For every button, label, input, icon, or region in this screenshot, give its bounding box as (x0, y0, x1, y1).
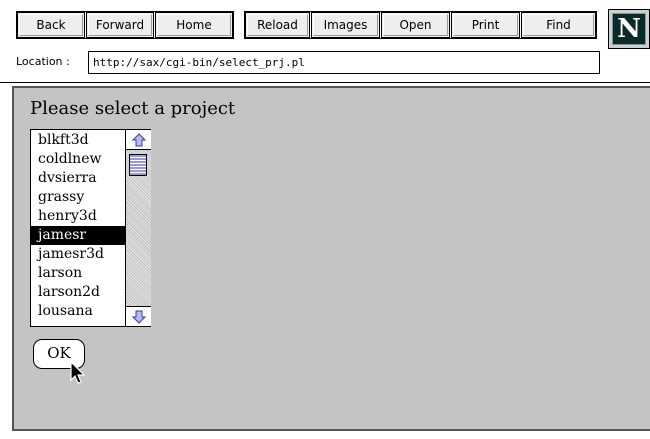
mouse-pointer-icon (69, 360, 89, 387)
list-item[interactable]: jamesr3d (31, 245, 125, 264)
list-item[interactable]: larson2d (31, 283, 125, 302)
list-item[interactable]: lousana (31, 302, 125, 321)
list-item[interactable]: blkft3d (31, 131, 125, 150)
print-button[interactable]: Print (451, 12, 520, 38)
back-button[interactable]: Back (17, 12, 85, 38)
scroll-up-arrow-icon[interactable] (126, 130, 151, 150)
images-button[interactable]: Images (311, 12, 380, 38)
location-label: Location : (16, 55, 70, 68)
find-button[interactable]: Find (521, 12, 596, 38)
open-button[interactable]: Open (381, 12, 450, 38)
page-prompt: Please select a project (30, 98, 236, 119)
list-item[interactable]: grassy (31, 188, 125, 207)
list-item[interactable]: henry3d (31, 207, 125, 226)
scroll-down-arrow-icon[interactable] (126, 306, 151, 326)
list-item-selected[interactable]: jamesr (31, 226, 125, 245)
list-item[interactable]: coldlnew (31, 150, 125, 169)
listbox-scrollbar[interactable] (125, 130, 151, 326)
page-content: Please select a project blkft3d coldlnew… (12, 86, 650, 431)
reload-button[interactable]: Reload (245, 12, 310, 38)
netscape-logo[interactable]: N (608, 9, 650, 49)
home-button[interactable]: Home (155, 12, 233, 38)
browser-window: Back Forward Home Reload Images Open Pri… (0, 0, 650, 439)
list-item[interactable]: dvsierra (31, 169, 125, 188)
netscape-n-logo-icon: N (612, 13, 646, 45)
project-list: blkft3d coldlnew dvsierra grassy henry3d… (31, 131, 125, 321)
project-listbox[interactable]: blkft3d coldlnew dvsierra grassy henry3d… (30, 129, 151, 327)
toolbar-divider (0, 82, 650, 83)
location-url-field[interactable]: http://sax/cgi-bin/select_prj.pl (88, 51, 600, 74)
forward-button[interactable]: Forward (86, 12, 154, 38)
scroll-thumb[interactable] (129, 154, 147, 176)
list-item[interactable]: larson (31, 264, 125, 283)
